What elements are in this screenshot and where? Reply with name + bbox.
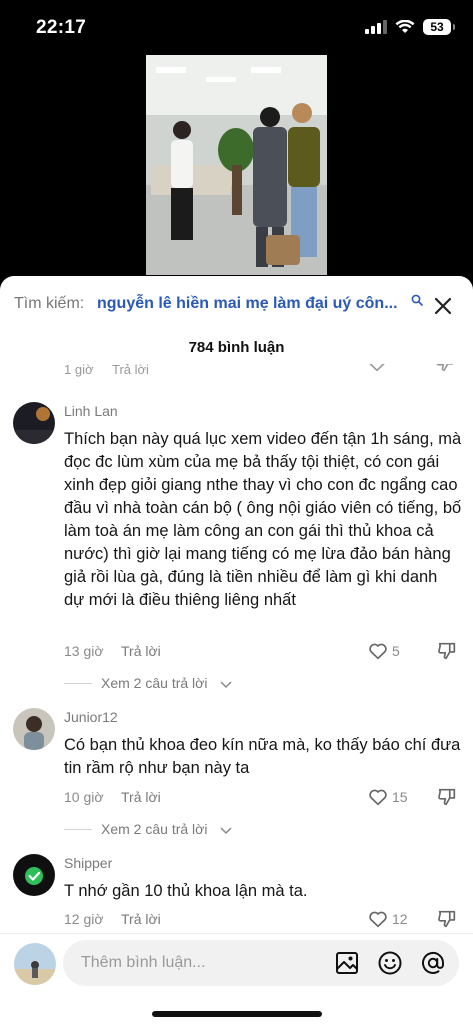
dislike-icon[interactable]	[436, 640, 458, 662]
comment-time: 10 giờ	[64, 789, 104, 805]
comment-input-placeholder: Thêm bình luận...	[81, 954, 206, 971]
chevron-down-icon	[220, 681, 232, 689]
avatar[interactable]	[13, 854, 55, 896]
view-replies-button[interactable]: Xem 2 câu trả lời	[64, 820, 364, 840]
comment-username[interactable]: Linh Lan	[64, 403, 118, 419]
like-count: 15	[392, 789, 408, 805]
heart-icon[interactable]	[367, 786, 389, 808]
comment-text: Có bạn thủ khoa đeo kín nữa mà, ko thấy …	[64, 736, 461, 777]
close-icon[interactable]	[431, 294, 455, 318]
comment-input[interactable]: Thêm bình luận...	[63, 940, 459, 986]
my-avatar[interactable]	[14, 943, 56, 985]
search-query[interactable]: nguyễn lê hiền mai mẹ làm đại uý côn...	[97, 295, 398, 313]
video-preview[interactable]	[146, 55, 327, 275]
comment-time: 1 giờ	[64, 364, 94, 377]
comments-sheet: Tìm kiếm: nguyễn lê hiền mai mẹ làm đại …	[0, 276, 473, 1024]
view-replies-label: Xem 2 câu trả lời	[101, 675, 208, 691]
comment-input-bar: Thêm bình luận...	[0, 933, 473, 1024]
divider	[64, 683, 92, 684]
comment-username[interactable]: Junior12	[64, 709, 118, 725]
comment-username[interactable]: Shipper	[64, 855, 112, 871]
signal-icon	[365, 20, 387, 34]
view-replies-button[interactable]: Xem 2 câu trả lời	[64, 674, 364, 694]
reply-button[interactable]: Trả lời	[112, 364, 149, 377]
screen: 22:17 53 Tìm kiếm: nguyễn lê hiền mai mẹ…	[0, 0, 473, 1024]
avatar[interactable]	[13, 402, 55, 444]
avatar[interactable]	[13, 708, 55, 750]
heart-icon[interactable]	[367, 908, 389, 930]
comment-meta: 12 giờ Trả lời 12	[64, 908, 462, 932]
view-replies-label: Xem 2 câu trả lời	[101, 821, 208, 837]
search-icon[interactable]	[411, 294, 423, 306]
search-row[interactable]: Tìm kiếm: nguyễn lê hiền mai mẹ làm đại …	[0, 276, 473, 332]
comment-time: 13 giờ	[64, 643, 104, 659]
comment-meta: 10 giờ Trả lời 15	[64, 786, 462, 810]
mention-icon[interactable]	[420, 950, 446, 976]
divider	[64, 829, 92, 830]
heart-icon[interactable]	[367, 640, 389, 662]
comment-count: 784 bình luận	[188, 339, 285, 356]
dislike-icon[interactable]	[436, 786, 458, 808]
chevron-down-icon	[220, 827, 232, 835]
wifi-icon	[395, 20, 415, 33]
search-label: Tìm kiếm:	[14, 295, 85, 312]
partial-comment-meta: 1 giờ Trả lời	[64, 364, 464, 380]
reply-button[interactable]: Trả lời	[121, 911, 161, 927]
video-frame	[146, 55, 327, 275]
home-indicator[interactable]	[152, 1011, 322, 1017]
reply-button[interactable]: Trả lời	[121, 789, 161, 805]
dislike-icon[interactable]	[436, 908, 458, 930]
dislike-icon[interactable]	[434, 364, 456, 374]
comment-text: T nhớ gần 10 thủ khoa lận mà ta.	[64, 882, 308, 900]
status-time: 22:17	[36, 17, 87, 38]
status-icons: 53	[365, 19, 455, 35]
emoji-icon[interactable]	[377, 950, 403, 976]
like-count: 5	[392, 643, 400, 659]
comment-meta: 13 giờ Trả lời 5	[64, 640, 462, 664]
heart-icon[interactable]	[366, 364, 388, 374]
image-icon[interactable]	[334, 950, 360, 976]
status-bar: 22:17 53	[0, 0, 473, 52]
reply-button[interactable]: Trả lời	[121, 643, 161, 659]
battery-icon: 53	[423, 19, 455, 35]
like-count: 12	[392, 911, 408, 927]
comment-list[interactable]: 1 giờ Trả lời Linh Lan Thích bạn này quá…	[0, 364, 473, 934]
comment-time: 12 giờ	[64, 911, 104, 927]
comment-text: Thích bạn này quá lục xem video đến tận …	[64, 430, 462, 609]
